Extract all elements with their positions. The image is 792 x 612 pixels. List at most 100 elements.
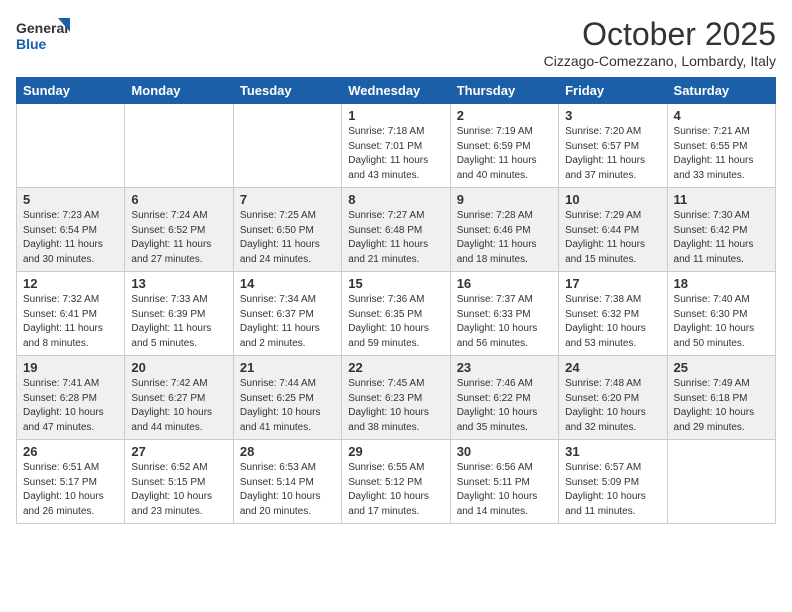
day-number: 18	[674, 276, 769, 291]
calendar-cell: 17 Sunrise: 7:38 AM Sunset: 6:32 PM Dayli…	[559, 272, 667, 356]
calendar-cell: 9 Sunrise: 7:28 AM Sunset: 6:46 PM Daylig…	[450, 188, 558, 272]
day-info: Sunrise: 7:38 AM Sunset: 6:32 PM Dayligh…	[565, 293, 660, 351]
day-info: Sunrise: 6:56 AM Sunset: 5:11 PM Dayligh…	[457, 461, 552, 519]
day-info: Sunrise: 7:49 AM Sunset: 6:18 PM Dayligh…	[674, 377, 769, 435]
calendar-cell: 2Sunrise: 7:19 AM Sunset: 6:59 PM Daylig…	[450, 104, 558, 188]
day-info: Sunrise: 7:30 AM Sunset: 6:42 PM Dayligh…	[674, 209, 769, 267]
day-number: 6	[131, 192, 226, 207]
day-number: 26	[23, 444, 118, 459]
calendar-cell: 21 Sunrise: 7:44 AM Sunset: 6:25 PM Dayli…	[233, 356, 341, 440]
day-number: 16	[457, 276, 552, 291]
day-info: Sunrise: 7:33 AM Sunset: 6:39 PM Dayligh…	[131, 293, 226, 351]
weekday-header-monday: Monday	[125, 78, 233, 104]
title-area: October 2025 Cizzago-Comezzano, Lombardy…	[544, 16, 776, 69]
day-info: Sunrise: 7:37 AM Sunset: 6:33 PM Dayligh…	[457, 293, 552, 351]
day-info: Sunrise: 7:40 AM Sunset: 6:30 PM Dayligh…	[674, 293, 769, 351]
calendar-cell: 7 Sunrise: 7:25 AM Sunset: 6:50 PM Daylig…	[233, 188, 341, 272]
calendar-cell: 26Sunrise: 6:51 AM Sunset: 5:17 PM Dayli…	[17, 440, 125, 524]
day-info: Sunrise: 7:24 AM Sunset: 6:52 PM Dayligh…	[131, 209, 226, 267]
day-info: Sunrise: 7:18 AM Sunset: 7:01 PM Dayligh…	[348, 125, 443, 183]
calendar-cell: 24 Sunrise: 7:48 AM Sunset: 6:20 PM Dayli…	[559, 356, 667, 440]
calendar-cell: 18 Sunrise: 7:40 AM Sunset: 6:30 PM Dayli…	[667, 272, 775, 356]
weekday-header-tuesday: Tuesday	[233, 78, 341, 104]
day-number: 14	[240, 276, 335, 291]
calendar-cell: 4 Sunrise: 7:21 AM Sunset: 6:55 PM Daylig…	[667, 104, 775, 188]
calendar-cell: 25 Sunrise: 7:49 AM Sunset: 6:18 PM Dayli…	[667, 356, 775, 440]
logo-svg: GeneralBlue	[16, 16, 71, 56]
day-number: 17	[565, 276, 660, 291]
day-number: 30	[457, 444, 552, 459]
day-number: 2	[457, 108, 552, 123]
day-info: Sunrise: 6:52 AM Sunset: 5:15 PM Dayligh…	[131, 461, 226, 519]
calendar-cell: 11 Sunrise: 7:30 AM Sunset: 6:42 PM Dayli…	[667, 188, 775, 272]
calendar-cell: 20 Sunrise: 7:42 AM Sunset: 6:27 PM Dayli…	[125, 356, 233, 440]
day-number: 22	[348, 360, 443, 375]
day-number: 21	[240, 360, 335, 375]
weekday-header-saturday: Saturday	[667, 78, 775, 104]
day-number: 4	[674, 108, 769, 123]
day-info: Sunrise: 7:48 AM Sunset: 6:20 PM Dayligh…	[565, 377, 660, 435]
day-number: 31	[565, 444, 660, 459]
day-number: 19	[23, 360, 118, 375]
calendar-cell: 23Sunrise: 7:46 AM Sunset: 6:22 PM Dayli…	[450, 356, 558, 440]
day-info: Sunrise: 7:21 AM Sunset: 6:55 PM Dayligh…	[674, 125, 769, 183]
calendar-cell: 13 Sunrise: 7:33 AM Sunset: 6:39 PM Dayli…	[125, 272, 233, 356]
day-number: 8	[348, 192, 443, 207]
day-info: Sunrise: 7:45 AM Sunset: 6:23 PM Dayligh…	[348, 377, 443, 435]
day-info: Sunrise: 7:44 AM Sunset: 6:25 PM Dayligh…	[240, 377, 335, 435]
calendar-cell	[17, 104, 125, 188]
day-info: Sunrise: 7:42 AM Sunset: 6:27 PM Dayligh…	[131, 377, 226, 435]
day-number: 15	[348, 276, 443, 291]
calendar-cell: 3Sunrise: 7:20 AM Sunset: 6:57 PM Daylig…	[559, 104, 667, 188]
calendar-cell: 1Sunrise: 7:18 AM Sunset: 7:01 PM Daylig…	[342, 104, 450, 188]
weekday-header-friday: Friday	[559, 78, 667, 104]
day-number: 20	[131, 360, 226, 375]
logo: GeneralBlue	[16, 16, 71, 56]
calendar-cell: 15 Sunrise: 7:36 AM Sunset: 6:35 PM Dayli…	[342, 272, 450, 356]
day-info: Sunrise: 6:53 AM Sunset: 5:14 PM Dayligh…	[240, 461, 335, 519]
day-number: 13	[131, 276, 226, 291]
calendar-cell: 6 Sunrise: 7:24 AM Sunset: 6:52 PM Daylig…	[125, 188, 233, 272]
calendar-cell	[667, 440, 775, 524]
day-number: 5	[23, 192, 118, 207]
day-number: 27	[131, 444, 226, 459]
calendar-week-row: 12 Sunrise: 7:32 AM Sunset: 6:41 PM Dayli…	[17, 272, 776, 356]
day-number: 10	[565, 192, 660, 207]
calendar-week-row: 19 Sunrise: 7:41 AM Sunset: 6:28 PM Dayli…	[17, 356, 776, 440]
svg-text:Blue: Blue	[16, 36, 47, 52]
calendar-cell	[233, 104, 341, 188]
calendar-cell: 14Sunrise: 7:34 AM Sunset: 6:37 PM Dayli…	[233, 272, 341, 356]
day-number: 24	[565, 360, 660, 375]
calendar-cell: 22 Sunrise: 7:45 AM Sunset: 6:23 PM Dayli…	[342, 356, 450, 440]
day-number: 3	[565, 108, 660, 123]
day-number: 25	[674, 360, 769, 375]
header: GeneralBlue October 2025 Cizzago-Comezza…	[16, 16, 776, 69]
calendar-cell: 19 Sunrise: 7:41 AM Sunset: 6:28 PM Dayli…	[17, 356, 125, 440]
calendar-cell: 29 Sunrise: 6:55 AM Sunset: 5:12 PM Dayli…	[342, 440, 450, 524]
calendar-cell: 28 Sunrise: 6:53 AM Sunset: 5:14 PM Dayli…	[233, 440, 341, 524]
calendar-cell: 8Sunrise: 7:27 AM Sunset: 6:48 PM Daylig…	[342, 188, 450, 272]
day-number: 7	[240, 192, 335, 207]
day-number: 23	[457, 360, 552, 375]
weekday-header-wednesday: Wednesday	[342, 78, 450, 104]
day-number: 9	[457, 192, 552, 207]
svg-text:General: General	[16, 20, 68, 36]
day-info: Sunrise: 7:41 AM Sunset: 6:28 PM Dayligh…	[23, 377, 118, 435]
weekday-header-thursday: Thursday	[450, 78, 558, 104]
day-info: Sunrise: 7:28 AM Sunset: 6:46 PM Dayligh…	[457, 209, 552, 267]
calendar-cell: 30 Sunrise: 6:56 AM Sunset: 5:11 PM Dayli…	[450, 440, 558, 524]
day-info: Sunrise: 7:23 AM Sunset: 6:54 PM Dayligh…	[23, 209, 118, 267]
weekday-header-row: SundayMondayTuesdayWednesdayThursdayFrid…	[17, 78, 776, 104]
day-number: 12	[23, 276, 118, 291]
day-info: Sunrise: 7:29 AM Sunset: 6:44 PM Dayligh…	[565, 209, 660, 267]
day-info: Sunrise: 7:36 AM Sunset: 6:35 PM Dayligh…	[348, 293, 443, 351]
day-number: 11	[674, 192, 769, 207]
day-info: Sunrise: 6:55 AM Sunset: 5:12 PM Dayligh…	[348, 461, 443, 519]
day-number: 28	[240, 444, 335, 459]
day-info: Sunrise: 7:32 AM Sunset: 6:41 PM Dayligh…	[23, 293, 118, 351]
day-number: 29	[348, 444, 443, 459]
calendar-week-row: 26Sunrise: 6:51 AM Sunset: 5:17 PM Dayli…	[17, 440, 776, 524]
calendar-week-row: 5 Sunrise: 7:23 AM Sunset: 6:54 PM Daylig…	[17, 188, 776, 272]
calendar-week-row: 1Sunrise: 7:18 AM Sunset: 7:01 PM Daylig…	[17, 104, 776, 188]
day-info: Sunrise: 7:25 AM Sunset: 6:50 PM Dayligh…	[240, 209, 335, 267]
